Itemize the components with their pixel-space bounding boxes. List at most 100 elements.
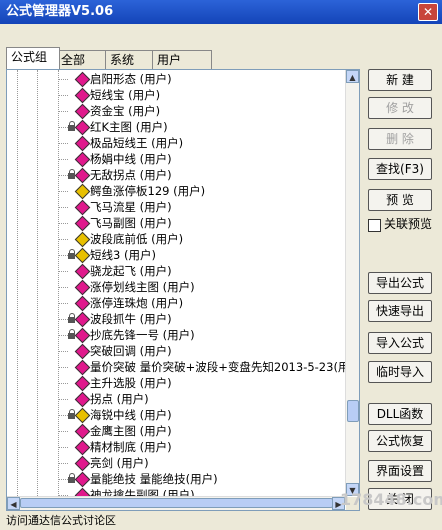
title-bar: 公式管理器V5.06 ✕ [0,0,442,24]
tree-item-label: 涨停连珠炮 (用户) [90,296,184,310]
tree-connector [58,447,68,448]
ui-settings-button[interactable]: 界面设置 [368,460,432,482]
lock-icon [68,121,75,131]
tree-item[interactable]: 短线3 (用户) [7,247,345,264]
tab-formula-group[interactable]: 公式组 [6,47,60,69]
tree-connector [58,319,68,320]
tree-item[interactable]: 杨娟中线 (用户) [7,151,345,168]
tree-item[interactable]: 神龙擒牛副图 (用户) [7,487,345,496]
tree-item[interactable]: 抄底先锋一号 (用户) [7,327,345,344]
formula-diamond-icon [74,215,91,232]
scroll-left-icon[interactable]: ◀ [7,497,20,510]
dll-function-button[interactable]: DLL函数 [368,403,432,425]
tree-item[interactable]: 短线宝 (用户) [7,87,345,104]
tab-all[interactable]: 全部 [56,50,106,69]
window-title: 公式管理器V5.06 [6,4,114,19]
export-formula-button[interactable]: 导出公式 [368,272,432,294]
formula-diamond-icon [74,247,91,264]
tree-item-label: 抄底先锋一号 (用户) [90,328,195,342]
lock-icon [68,249,75,259]
formula-restore-button[interactable]: 公式恢复 [368,430,432,452]
formula-diamond-icon [74,407,91,424]
tree-item[interactable]: 涨停划线主图 (用户) [7,279,345,296]
lock-icon [68,169,75,179]
tree-item[interactable]: 精材制底 (用户) [7,439,345,456]
tree-item-label: 涨停划线主图 (用户) [90,280,195,294]
vertical-scrollbar[interactable]: ▲ ▼ [345,70,359,496]
temp-import-button[interactable]: 临时导入 [368,361,432,383]
link-preview-checkbox[interactable] [368,219,381,232]
formula-diamond-icon [74,487,91,496]
tree-item-label: 极品短线王 (用户) [90,136,184,150]
preview-button[interactable]: 预 览 [368,189,432,211]
tree-connector [58,271,68,272]
modify-button[interactable]: 修 改 [368,97,432,119]
tree-item[interactable]: 涨停连珠炮 (用户) [7,295,345,312]
lock-icon [68,409,75,419]
tree-item[interactable]: 突破回调 (用户) [7,343,345,360]
tree-item[interactable]: 启阳形态 (用户) [7,71,345,88]
tree-connector [58,383,68,384]
tree-item[interactable]: 飞马副图 (用户) [7,215,345,232]
tree-item[interactable]: 极品短线王 (用户) [7,135,345,152]
tree-connector [58,191,68,192]
tree-connector [58,239,68,240]
tree-item-label: 短线3 (用户) [90,248,156,262]
tree-connector [58,335,68,336]
tree-item[interactable]: 资金宝 (用户) [7,103,345,120]
tree-item[interactable]: 无敌拐点 (用户) [7,167,345,184]
tree-item-label: 精材制底 (用户) [90,440,172,454]
lock-icon [68,329,75,339]
tree-item[interactable]: 量能绝技 量能绝技(用户) [7,471,345,488]
tree-item-label: 海锐中线 (用户) [90,408,172,422]
tree-connector [58,479,68,480]
tree-item-label: 无敌拐点 (用户) [90,168,172,182]
formula-diamond-icon [74,439,91,456]
tree-item[interactable]: 鳄鱼涨停板129 (用户) [7,183,345,200]
tree-item[interactable]: 波段底前低 (用户) [7,231,345,248]
tree-item-label: 波段底前低 (用户) [90,232,184,246]
tree-item[interactable]: 量价突破 量价突破+波段+变盘先知2013-5-23(用 [7,359,345,376]
tab-system[interactable]: 系统 [105,50,155,69]
formula-diamond-icon [74,103,91,120]
tree-connector [58,207,68,208]
tree-item[interactable]: 金鹰主图 (用户) [7,423,345,440]
tab-user[interactable]: 用户 [152,50,212,69]
tree-item[interactable]: 飞马流星 (用户) [7,199,345,216]
tree-connector [58,399,68,400]
horizontal-scrollbar[interactable]: ◀ ▶ [7,496,345,510]
tree-connector [58,255,68,256]
tree-item[interactable]: 海锐中线 (用户) [7,407,345,424]
formula-diamond-icon [74,151,91,168]
tree-item[interactable]: 骁龙起飞 (用户) [7,263,345,280]
formula-tree[interactable]: 启阳形态 (用户) 短线宝 (用户) 资金宝 (用户) 红K主图 (用户) 极品短线王 … [7,70,345,496]
tree-item[interactable]: 波段抓牛 (用户) [7,311,345,328]
tree-item[interactable]: 拐点 (用户) [7,391,345,408]
tree-item[interactable]: 亮剑 (用户) [7,455,345,472]
formula-diamond-icon [74,167,91,184]
vertical-scroll-thumb[interactable] [347,400,359,422]
delete-button[interactable]: 删 除 [368,128,432,150]
tree-connector [58,175,68,176]
tree-connector [58,303,68,304]
forum-link[interactable]: 访问通达信公式讨论区 [6,514,116,528]
tree-connector [58,463,68,464]
formula-diamond-icon [74,199,91,216]
formula-diamond-icon [74,471,91,488]
horizontal-scroll-thumb[interactable] [20,498,333,508]
formula-diamond-icon [74,263,91,280]
tree-item[interactable]: 红K主图 (用户) [7,119,345,136]
import-formula-button[interactable]: 导入公式 [368,332,432,354]
quick-export-button[interactable]: 快速导出 [368,300,432,322]
tree-item-label: 神龙擒牛副图 (用户) [90,488,195,496]
formula-diamond-icon [74,359,91,376]
tree-item-label: 骁龙起飞 (用户) [90,264,172,278]
formula-diamond-icon [74,423,91,440]
scroll-up-icon[interactable]: ▲ [346,70,359,83]
find-button[interactable]: 查找(F3) [368,158,432,180]
tree-connector [58,351,68,352]
tree-item[interactable]: 主升选股 (用户) [7,375,345,392]
new-button[interactable]: 新 建 [368,69,432,91]
tree-connector [58,143,68,144]
close-icon[interactable]: ✕ [418,3,438,21]
